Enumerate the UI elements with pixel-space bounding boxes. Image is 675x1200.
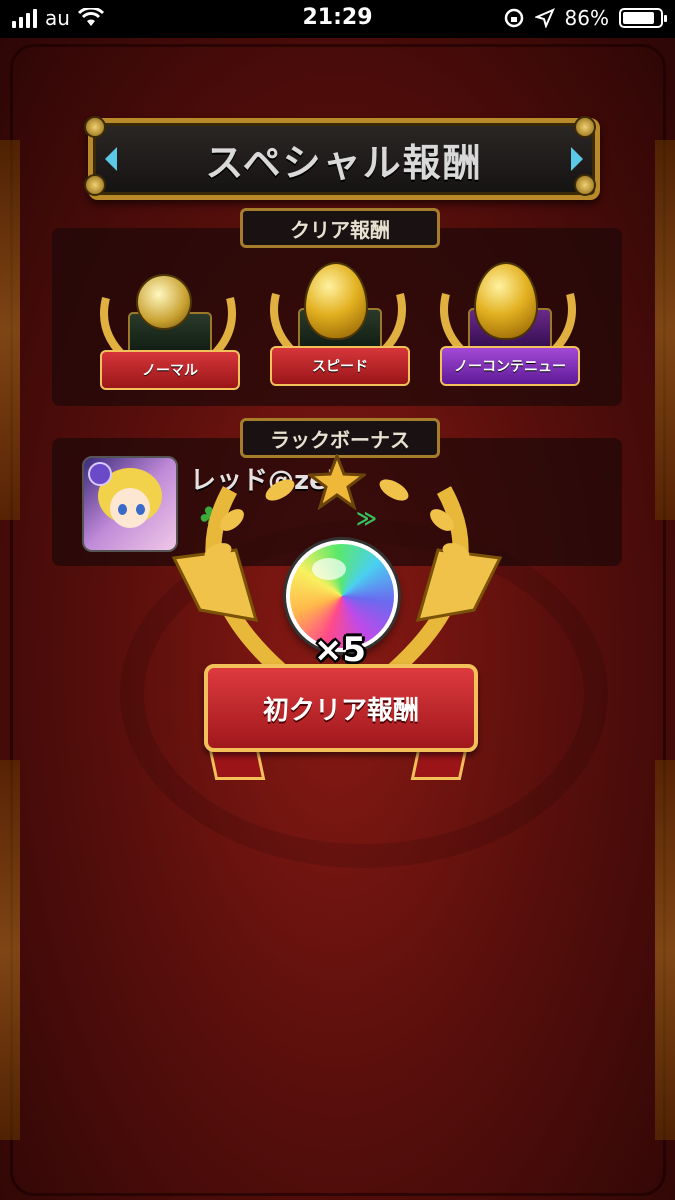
avatar-eye <box>136 504 145 515</box>
bolt-icon <box>84 116 106 138</box>
reward-badge-normal[interactable]: ノーマル <box>88 266 248 396</box>
reward-badge-speed[interactable]: スピード <box>258 262 418 392</box>
bolt-icon <box>574 116 596 138</box>
reward-ribbon: スピード <box>270 346 410 386</box>
rotation-lock-icon <box>504 8 523 28</box>
yellow-gem-icon <box>136 274 192 330</box>
status-right: 86% <box>503 6 667 30</box>
battery-icon <box>619 8 667 28</box>
avatar-eye <box>118 504 127 515</box>
golden-egg-icon <box>304 262 368 340</box>
battery-percent: 86% <box>564 6 609 30</box>
bolt-icon <box>574 174 596 196</box>
first-clear-reward-banner[interactable]: 初クリア報酬 <box>204 664 478 752</box>
left-side-glow <box>0 140 20 520</box>
reward-ribbon: ノーマル <box>100 350 240 390</box>
golden-egg-icon <box>474 262 538 340</box>
location-icon <box>534 8 555 28</box>
plate-left-arrow-icon <box>105 147 117 171</box>
plate-right-arrow-icon <box>571 147 583 171</box>
left-side-glow-lower <box>0 760 20 1140</box>
title-plate: スペシャル報酬 <box>88 118 600 200</box>
status-bar: au 21:29 86% <box>0 0 675 38</box>
element-icon <box>88 462 112 486</box>
reward-badge-no-continue[interactable]: ノーコンテニュー <box>428 262 588 392</box>
right-side-glow <box>655 140 675 520</box>
right-side-glow-lower <box>655 760 675 1140</box>
bolt-icon <box>84 174 106 196</box>
player-avatar[interactable] <box>82 456 178 552</box>
clear-rewards-label: クリア報酬 <box>240 208 440 248</box>
page-title: スペシャル報酬 <box>205 140 483 185</box>
orb-shine <box>312 558 346 580</box>
reward-ribbon: ノーコンテニュー <box>440 346 580 386</box>
star-icon <box>308 454 366 510</box>
